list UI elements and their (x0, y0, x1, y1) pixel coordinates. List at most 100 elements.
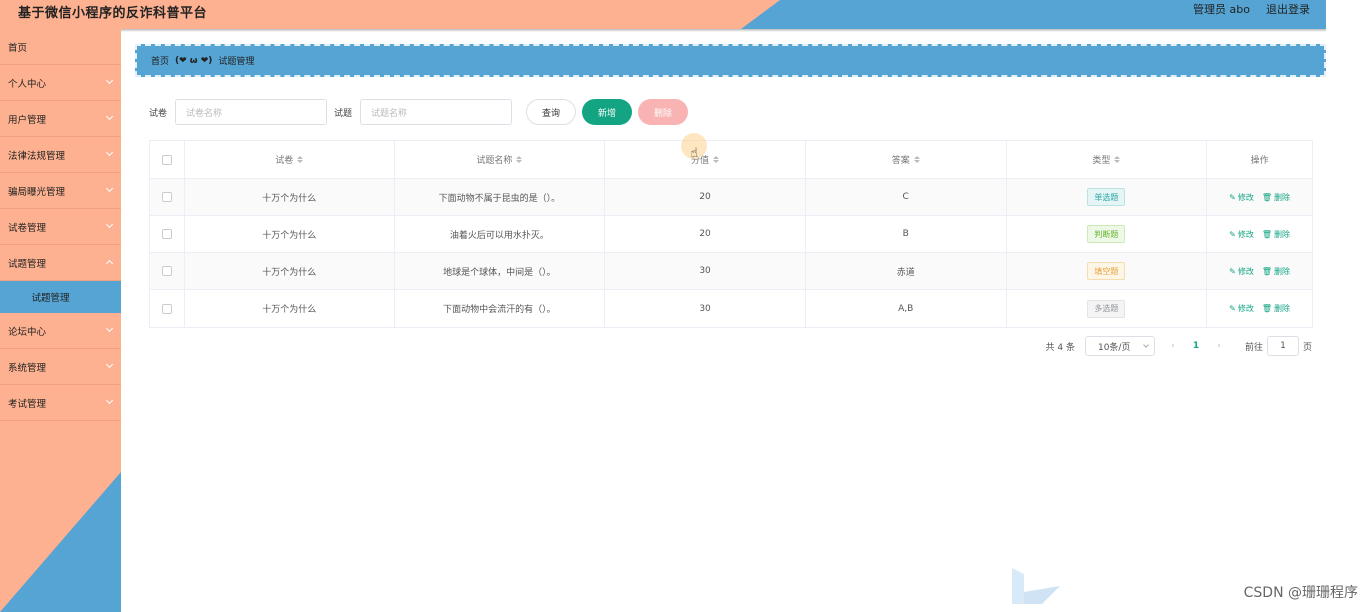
cell-paper: 十万个为什么 (185, 179, 395, 215)
delete-label: 删除 (1274, 192, 1291, 202)
cell-type: 单选题 (1007, 179, 1208, 215)
cell-question: 下面动物不属于昆虫的是（）。 (395, 179, 606, 215)
sidebar-item-label: 论坛中心 (8, 326, 47, 338)
edit-button[interactable]: ✎ 修改 (1229, 192, 1254, 203)
goto-label: 前往 (1244, 342, 1263, 353)
cell-score: 30 (605, 290, 806, 327)
search-bar: 试卷 试卷名称 试题 试题名称 查询 新增 删除 (149, 99, 689, 125)
column-header-label: 类型 (1092, 156, 1111, 166)
sidebar: 首页 个人中心 用户管理 法律法规管理 骗局曝光管理 试卷管理 试题管理 试题管… (0, 29, 121, 612)
column-header-type[interactable]: 类型 (1007, 141, 1208, 178)
edit-button[interactable]: ✎ 修改 (1229, 266, 1254, 277)
select-all-checkbox[interactable] (161, 154, 172, 165)
delete-button[interactable]: 🗑 删除 (1262, 303, 1290, 314)
add-button[interactable]: 新增 (582, 99, 633, 125)
sort-icon[interactable] (1114, 156, 1121, 163)
type-tag: 多选题 (1087, 299, 1126, 318)
chevron-down-icon (105, 148, 114, 157)
delete-button[interactable]: 🗑 删除 (1262, 266, 1290, 277)
column-header-label: 试卷 (275, 156, 294, 166)
sidebar-item-label: 考试管理 (8, 398, 47, 410)
cell-type: 填空题 (1007, 253, 1208, 289)
sidebar-item-home[interactable]: 首页 (0, 29, 121, 65)
cell-type: 判断题 (1007, 216, 1208, 252)
sort-icon[interactable] (913, 156, 920, 163)
column-header-answer[interactable]: 答案 (806, 141, 1007, 178)
prev-page-button[interactable]: ‹ (1161, 341, 1185, 351)
sidebar-item-personal-center[interactable]: 个人中心 (0, 65, 121, 101)
row-checkbox[interactable] (161, 192, 172, 202)
chevron-down-icon (105, 112, 114, 121)
sidebar-item-scam-exposure[interactable]: 骗局曝光管理 (0, 173, 121, 209)
question-search-input[interactable]: 试题名称 (360, 99, 513, 125)
sidebar-item-label: 个人中心 (8, 78, 47, 90)
admin-label: 管理员 abo (1193, 3, 1250, 16)
sort-icon[interactable] (713, 156, 720, 163)
app-title: 基于微信小程序的反诈科普平台 (18, 6, 208, 21)
sidebar-subitem-label: 试题管理 (31, 293, 70, 304)
trash-icon: 🗑 (1261, 229, 1273, 239)
edit-icon: ✎ (1229, 229, 1236, 239)
sidebar-item-system-management[interactable]: 系统管理 (0, 349, 121, 385)
edit-button[interactable]: ✎ 修改 (1229, 229, 1254, 240)
chevron-down-icon (105, 76, 114, 85)
batch-delete-button[interactable]: 删除 (638, 99, 689, 125)
sidebar-item-label: 骗局曝光管理 (8, 186, 66, 198)
row-checkbox[interactable] (161, 266, 172, 276)
breadcrumb-home[interactable]: 首页 (151, 54, 169, 67)
pagination: 共 4 条 10条/页 ‹ 1 › 前往 1 页 (1046, 336, 1312, 356)
page-jump-input[interactable]: 1 (1266, 336, 1299, 356)
column-header-label: 操作 (1250, 156, 1269, 166)
page-size-select[interactable]: 10条/页 (1084, 336, 1155, 356)
sidebar-subitem-question-management[interactable]: 试题管理 (0, 281, 121, 313)
edit-label: 修改 (1237, 229, 1254, 239)
row-checkbox-cell (150, 290, 185, 327)
sort-icon[interactable] (297, 156, 304, 163)
table-row: 十万个为什么 下面动物不属于昆虫的是（）。 20 C 单选题 ✎ 修改 🗑 删除 (150, 179, 1312, 216)
row-checkbox[interactable] (161, 303, 172, 314)
header-shadow (0, 29, 1326, 32)
page-unit-label: 页 (1302, 342, 1312, 353)
table-header-row: 试卷 试题名称 分值 答案 类型 操作 (150, 141, 1312, 179)
column-header-paper[interactable]: 试卷 (185, 141, 395, 178)
breadcrumb-current: 试题管理 (218, 57, 255, 67)
row-checkbox[interactable] (161, 229, 172, 239)
column-header-question[interactable]: 试题名称 (395, 141, 606, 178)
sidebar-item-label: 首页 (8, 42, 28, 54)
top-header: 基于微信小程序的反诈科普平台 管理员 abo 退出登录 (0, 0, 1326, 29)
cell-paper: 十万个为什么 (185, 253, 395, 289)
sidebar-item-user-management[interactable]: 用户管理 (0, 101, 121, 137)
trash-icon: 🗑 (1261, 192, 1273, 202)
cell-actions: ✎ 修改 🗑 删除 (1207, 253, 1312, 289)
sidebar-item-law-management[interactable]: 法律法规管理 (0, 137, 121, 173)
cell-answer: 赤道 (806, 253, 1007, 289)
sidebar-item-paper-management[interactable]: 试卷管理 (0, 209, 121, 245)
page-number[interactable]: 1 (1185, 341, 1207, 351)
cell-question: 地球是个球体，中间是（）。 (395, 253, 606, 289)
type-tag: 填空题 (1087, 262, 1126, 280)
trash-icon: 🗑 (1261, 266, 1273, 276)
sidebar-item-label: 用户管理 (8, 114, 47, 126)
question-label: 试题 (334, 108, 353, 119)
paper-search-input[interactable]: 试卷名称 (175, 99, 328, 125)
trash-icon: 🗑 (1261, 304, 1273, 313)
query-button[interactable]: 查询 (526, 99, 577, 125)
cell-score: 30 (605, 253, 806, 289)
sort-icon[interactable] (516, 156, 523, 163)
sidebar-item-exam-management[interactable]: 考试管理 (0, 385, 121, 421)
delete-button[interactable]: 🗑 删除 (1262, 229, 1290, 240)
chevron-down-icon (105, 324, 114, 333)
sidebar-item-label: 试题管理 (8, 258, 47, 270)
next-page-button[interactable]: › (1207, 341, 1231, 351)
cell-actions: ✎ 修改 🗑 删除 (1207, 179, 1312, 215)
edit-button[interactable]: ✎ 修改 (1229, 303, 1254, 314)
delete-button[interactable]: 🗑 删除 (1262, 192, 1290, 203)
decorative-shape (1012, 568, 1060, 604)
sidebar-item-forum-center[interactable]: 论坛中心 (0, 313, 121, 349)
sidebar-item-question-management[interactable]: 试题管理 (0, 245, 121, 281)
page-size-value: 10条/页 (1097, 342, 1131, 353)
table-row: 十万个为什么 油着火后可以用水扑灭。 20 B 判断题 ✎ 修改 🗑 删除 (150, 216, 1312, 253)
header-checkbox-cell (150, 141, 185, 178)
cell-paper: 十万个为什么 (185, 216, 395, 252)
logout-link[interactable]: 退出登录 (1266, 1, 1310, 17)
